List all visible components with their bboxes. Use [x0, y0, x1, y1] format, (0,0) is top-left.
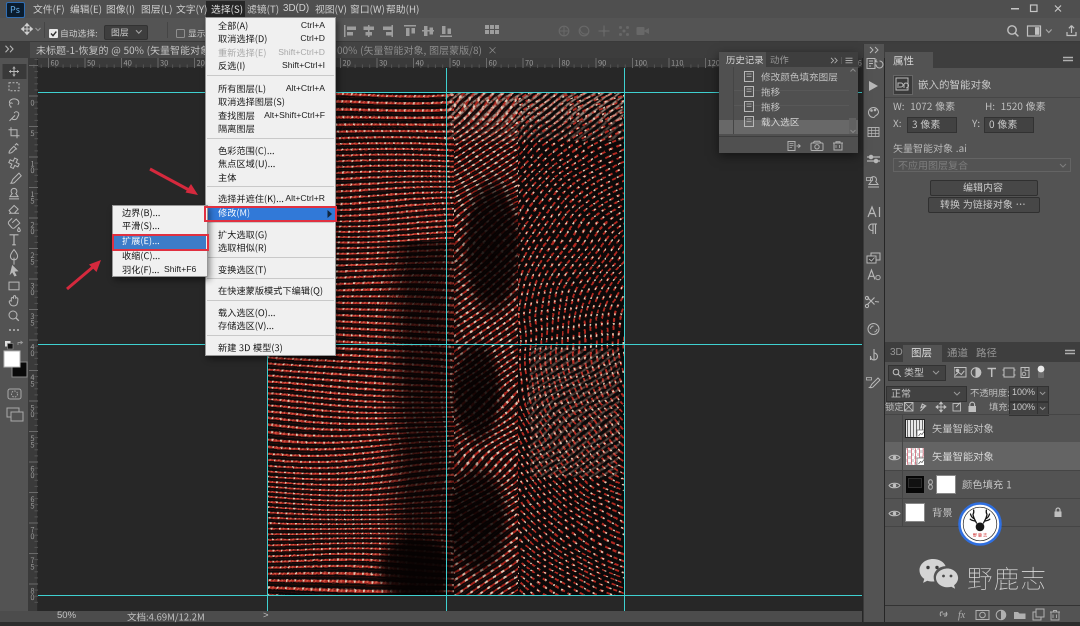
svg-text:野 鹿 志: 野 鹿 志 — [973, 532, 987, 538]
svg-text:fx: fx — [958, 610, 966, 621]
